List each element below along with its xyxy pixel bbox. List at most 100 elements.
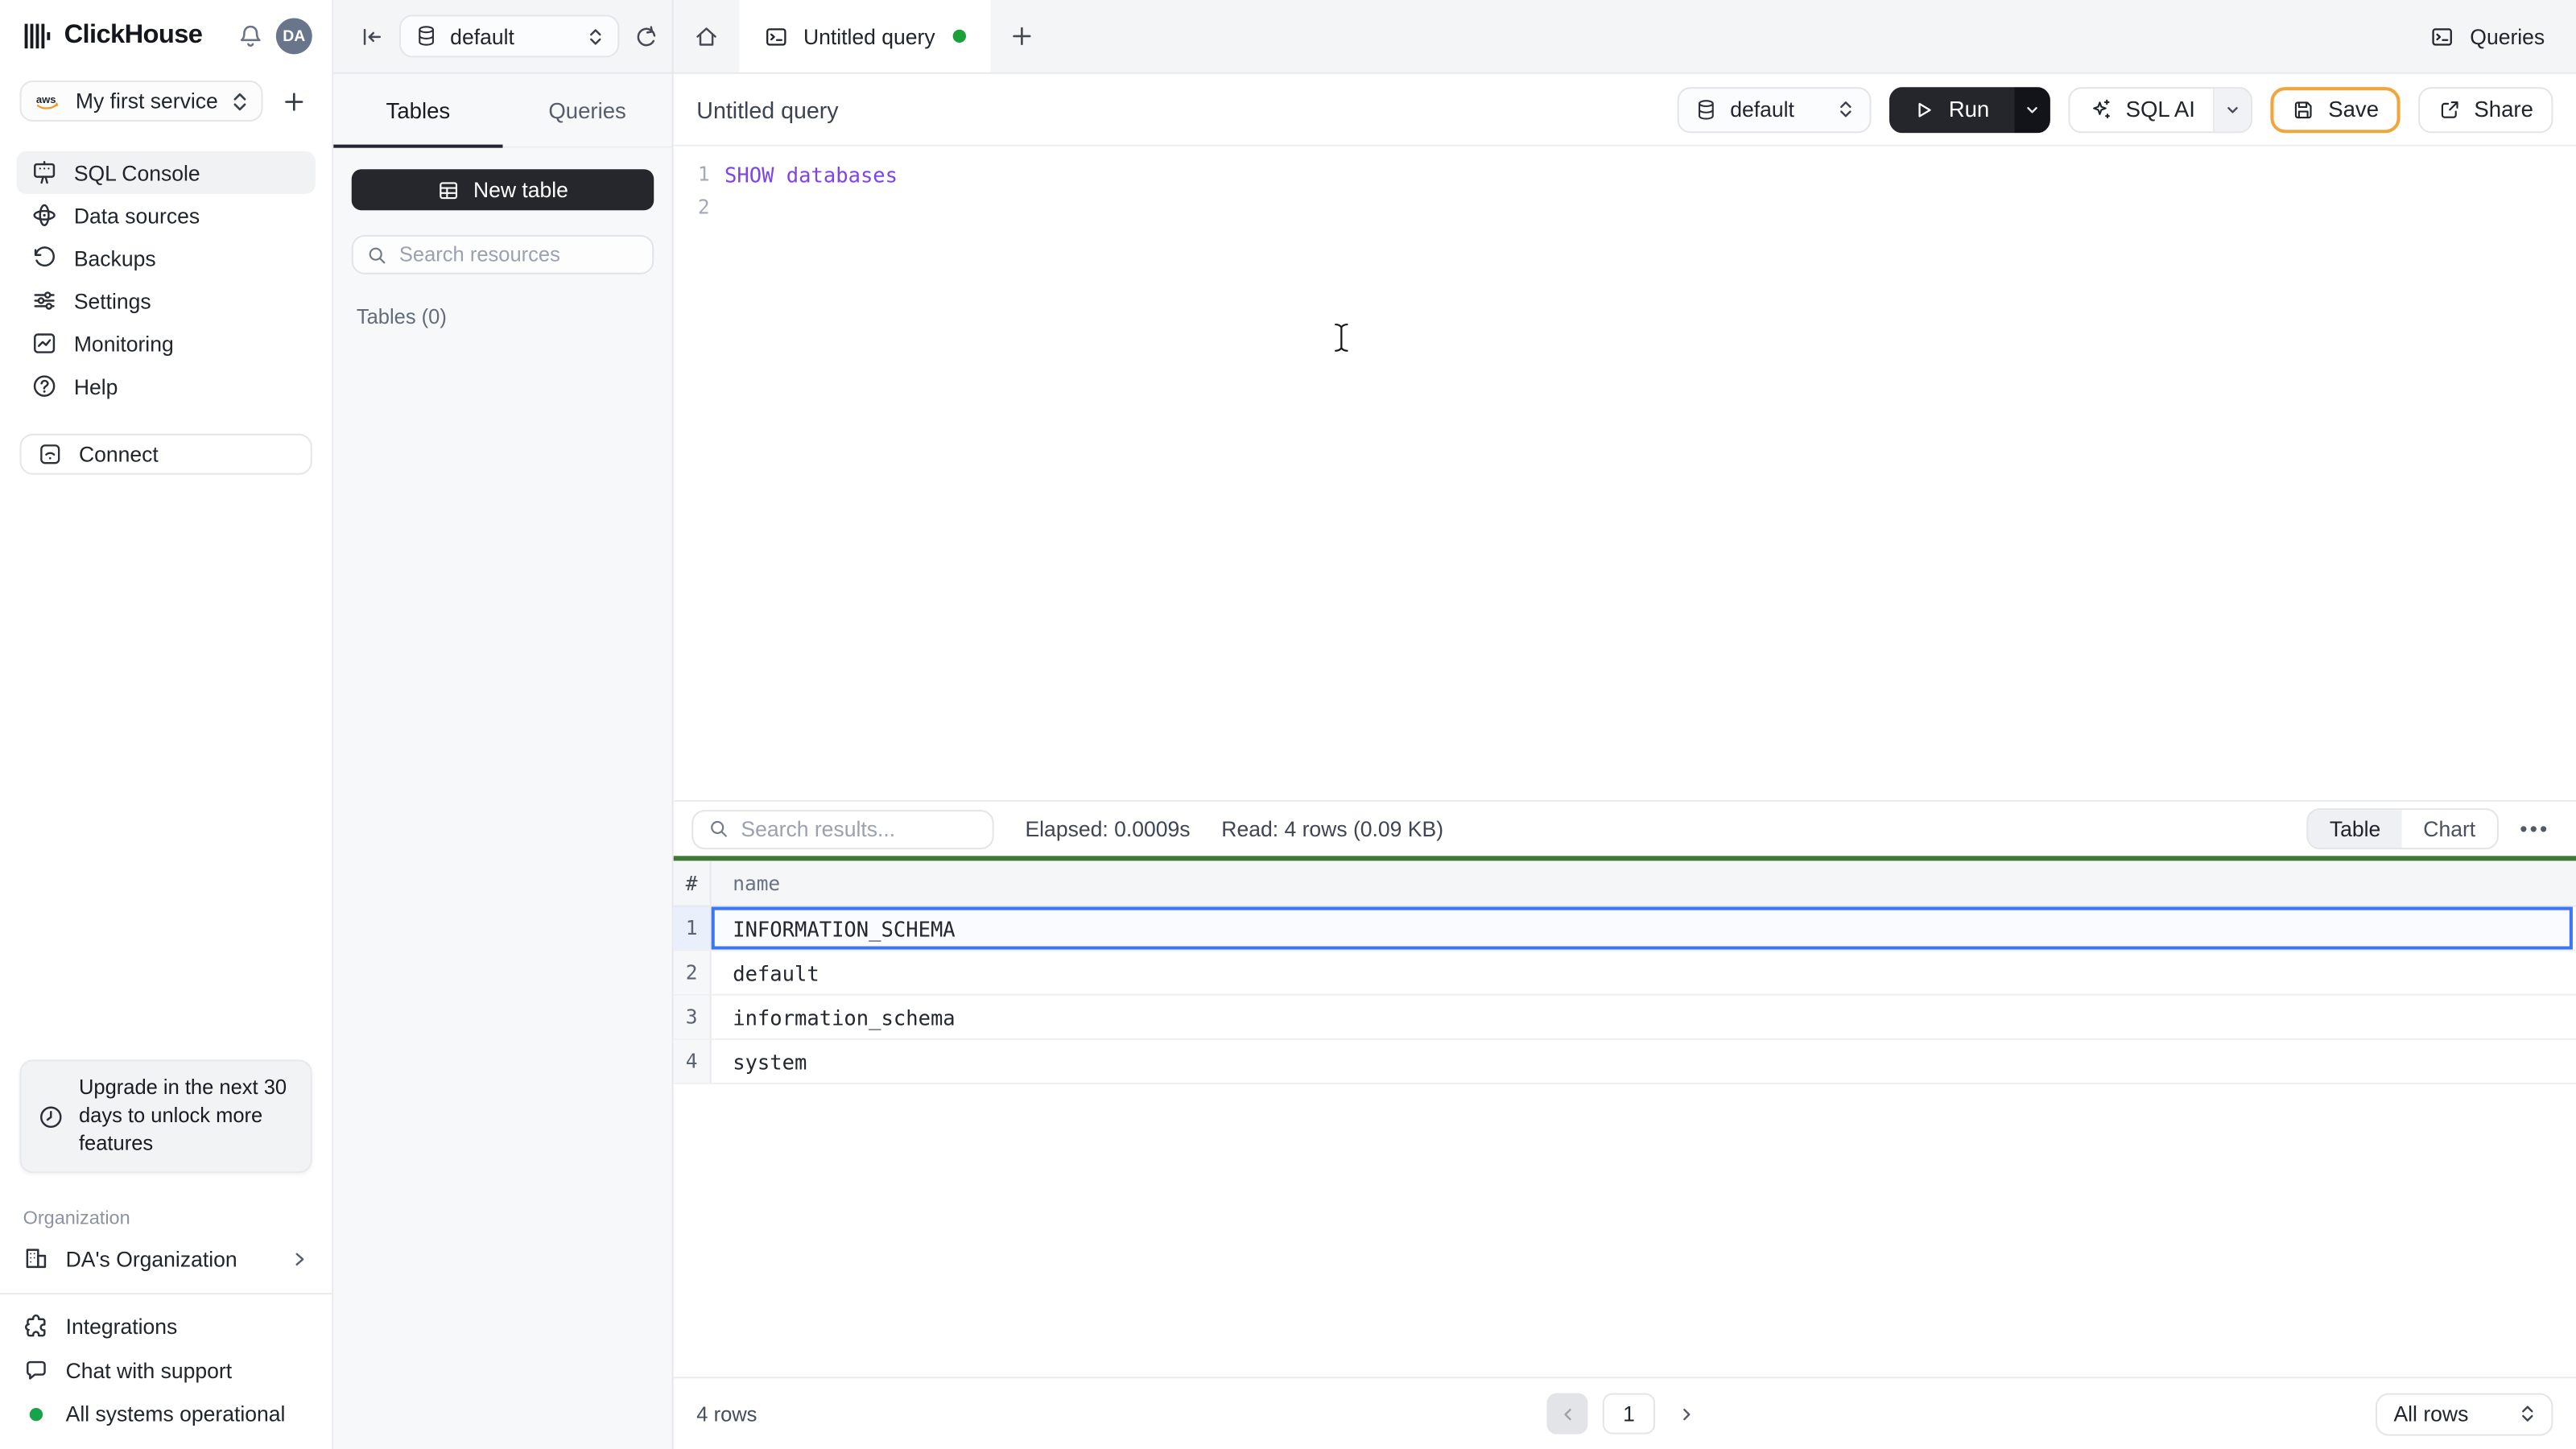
table-row[interactable]: 2 default [673,951,2576,996]
chevron-updown-icon [232,89,248,113]
resources-tabs: Tables Queries [333,74,672,148]
database-icon [1695,97,1717,121]
home-tab[interactable] [674,0,740,72]
results-toolbar: Search results... Elapsed: 0.0009s Read:… [673,799,2576,856]
connect-button[interactable]: Connect [19,433,312,475]
top-tab-strip: default Untitled query Queries [333,0,2576,74]
service-selector[interactable]: aws My first service [19,80,263,122]
save-icon [2292,97,2315,121]
sidebar: ClickHouse DA aws My first service SQL C… [0,0,334,1449]
sidebar-item-label: SQL Console [73,159,200,185]
database-selector[interactable]: default [398,14,620,58]
chevron-right-icon [291,1249,308,1267]
more-options-icon[interactable]: ••• [2520,816,2557,841]
toggle-chart[interactable]: Chart [2402,810,2497,848]
new-tab-button[interactable] [991,0,1054,72]
search-results-input[interactable]: Search results... [691,809,994,849]
cell-name[interactable]: system [712,1040,2576,1083]
sidebar-item-integrations[interactable]: Integrations [23,1313,309,1340]
queries-button[interactable]: Queries [2400,0,2576,72]
table-row[interactable]: 3 information_schema [673,995,2576,1040]
bell-icon[interactable] [237,23,265,51]
tab-tables[interactable]: Tables [333,74,502,147]
collapse-sidebar-button[interactable] [360,24,385,49]
monitoring-icon [31,330,58,357]
sidebar-item-help[interactable]: Help [16,365,315,407]
sql-ai-button[interactable]: SQL AI [2070,88,2213,130]
sql-ai-button-group: SQL AI [2068,86,2253,133]
aws-icon: aws [35,91,63,110]
sidebar-item-label: Chat with support [65,1357,233,1383]
play-icon [1914,99,1934,118]
search-icon [708,818,730,840]
table-grid-icon [437,178,460,201]
chevron-updown-icon [2520,1403,2535,1425]
sidebar-item-data-sources[interactable]: Data sources [16,194,315,237]
row-index: 4 [673,1039,712,1083]
tab-queries[interactable]: Queries [502,74,671,147]
organization-name: DA's Organization [65,1245,237,1271]
column-header-index[interactable]: # [674,861,712,906]
run-button[interactable]: Run [1889,86,2014,133]
organization-selector[interactable]: DA's Organization [23,1245,309,1272]
sql-ai-options-button[interactable] [2213,88,2252,131]
organization-section: Organization DA's Organization [0,1193,332,1272]
pagination: 1 [1546,1393,1703,1435]
results-table: # name 1 INFORMATION_SCHEMA 2 default 3 … [673,861,2576,1084]
upgrade-notice: Upgrade in the next 30 days to unlock mo… [19,1060,312,1174]
cell-name[interactable]: INFORMATION_SCHEMA [711,906,2573,950]
cell-name[interactable]: information_schema [712,996,2576,1038]
avatar[interactable]: DA [275,18,312,55]
search-resources-input[interactable]: Search resources [351,234,654,275]
page-number-input[interactable]: 1 [1602,1393,1656,1435]
svg-text:aws: aws [36,93,56,105]
sidebar-item-monitoring[interactable]: Monitoring [16,322,315,365]
sql-editor[interactable]: 1 SHOW databases 2 [674,147,2576,800]
settings-icon [31,287,58,314]
refresh-icon[interactable] [634,24,659,49]
sidebar-item-sql-console[interactable]: SQL Console [16,151,316,194]
page-size-selector[interactable]: All rows [2376,1392,2553,1435]
sql-ai-label: SQL AI [2125,97,2195,122]
share-button[interactable]: Share [2418,86,2553,133]
tables-count-label: Tables (0) [356,305,447,329]
new-table-button[interactable]: New table [351,169,654,211]
next-page-button[interactable] [1670,1393,1703,1435]
sidebar-item-label: Help [73,374,118,398]
text-cursor [1332,322,1350,353]
add-service-button[interactable] [276,83,312,119]
table-row[interactable]: 4 system [673,1039,2576,1084]
sidebar-header: ClickHouse DA [0,0,332,68]
query-tabs: Untitled query [674,0,1054,72]
sidebar-footer: Integrations Chat with support All syste… [0,1294,332,1449]
sidebar-item-backups[interactable]: Backups [16,237,315,279]
puzzle-icon [23,1313,50,1340]
run-button-group: Run [1889,86,2050,133]
table-row[interactable]: 1 INFORMATION_SCHEMA [673,906,2576,952]
line-number: 2 [697,195,710,219]
service-name: My first service [75,89,218,114]
connect-icon [38,442,63,467]
save-button[interactable]: Save [2270,86,2401,133]
tab-untitled-query[interactable]: Untitled query [739,0,992,72]
sidebar-item-settings[interactable]: Settings [16,279,315,322]
sidebar-item-chat-support[interactable]: Chat with support [23,1357,309,1384]
system-status[interactable]: All systems operational [23,1402,309,1426]
row-count-label: 4 rows [696,1402,758,1426]
previous-page-button[interactable] [1546,1393,1588,1435]
column-header-name[interactable]: name [712,861,2576,905]
sparkles-icon [2088,97,2113,122]
run-database-selector[interactable]: default [1677,86,1872,133]
run-options-button[interactable] [2013,86,2050,133]
building-icon [23,1245,50,1272]
organization-section-label: Organization [23,1209,130,1229]
cell-name[interactable]: default [712,952,2576,994]
sidebar-item-label: Backups [73,246,156,270]
workspace: default Untitled query Queries Tables Qu… [333,0,2576,1449]
search-icon [366,244,388,266]
view-toggle: Table Chart [2306,808,2499,850]
toggle-table[interactable]: Table [2308,810,2402,848]
sidebar-nav: SQL Console Data sources Backups Setting… [0,131,332,407]
line-number: 1 [697,163,710,186]
share-label: Share [2474,97,2533,122]
